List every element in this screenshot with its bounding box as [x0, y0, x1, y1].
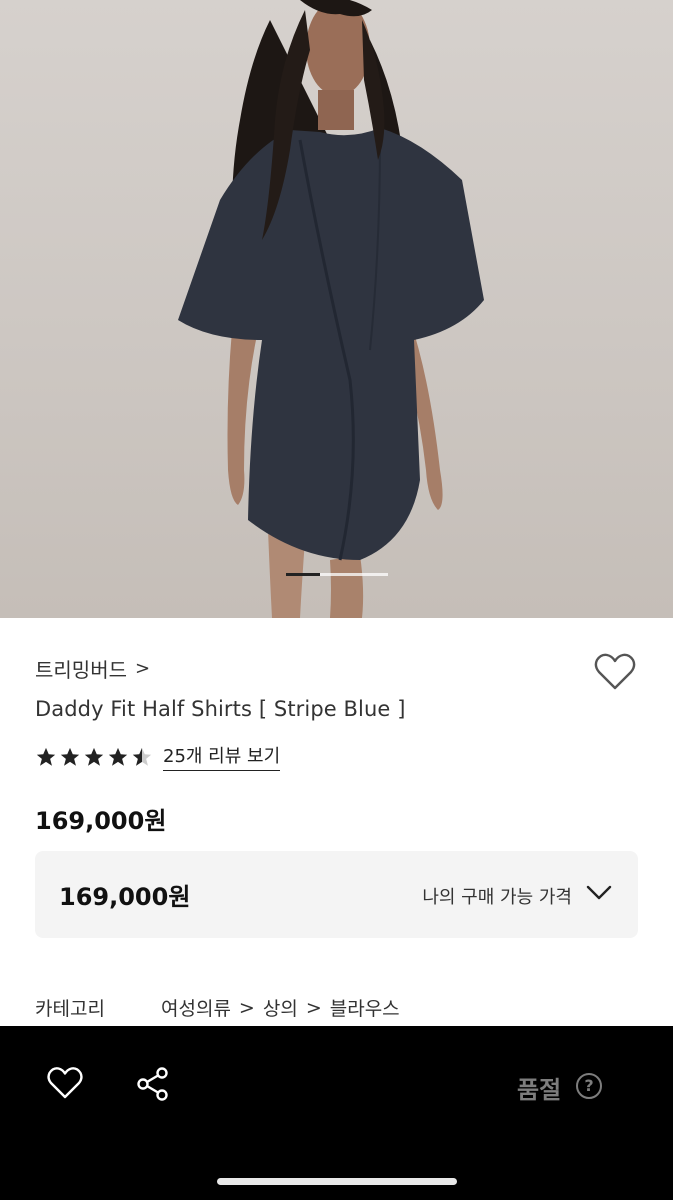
bottom-action-bar: 품절 ?: [0, 1026, 673, 1200]
my-price-box[interactable]: 169,000원 나의 구매 가능 가격: [35, 851, 638, 938]
soldout-status: 품절: [517, 1076, 562, 1104]
carousel-dot-rest: [320, 573, 388, 576]
help-icon[interactable]: ?: [576, 1073, 602, 1099]
carousel-indicator: [286, 573, 388, 577]
category-label: 카테고리: [35, 998, 105, 1020]
star-icon: [84, 747, 104, 766]
category-item[interactable]: 여성의류: [161, 994, 231, 1021]
rating-row: 25개 리뷰 보기: [35, 742, 281, 771]
my-price-label: 나의 구매 가능 가격: [422, 887, 572, 908]
star-icon: [108, 747, 128, 766]
chevron-right-icon: >: [135, 658, 151, 679]
brand-link[interactable]: 트리밍버드 >: [35, 654, 150, 683]
brand-name: 트리밍버드: [35, 658, 127, 682]
star-icon: [60, 747, 80, 766]
share-icon[interactable]: [135, 1066, 171, 1102]
star-rating: [35, 746, 153, 768]
heart-icon[interactable]: [47, 1066, 83, 1100]
review-link[interactable]: 25개 리뷰 보기: [163, 742, 281, 771]
category-item[interactable]: 블라우스: [330, 994, 400, 1021]
product-title: Daddy Fit Half Shirts [ Stripe Blue ]: [35, 697, 406, 721]
product-price: 169,000원: [35, 807, 167, 835]
star-icon: [36, 747, 56, 766]
my-price: 169,000원: [59, 883, 191, 911]
half-star-icon: [132, 747, 152, 766]
carousel-dot-active: [286, 573, 320, 576]
chevron-down-icon: [586, 885, 612, 900]
home-indicator[interactable]: [217, 1178, 457, 1185]
product-photo: [178, 0, 484, 618]
category-separator: >: [238, 996, 255, 1019]
category-separator: >: [305, 996, 322, 1019]
category-item[interactable]: 상의: [263, 994, 298, 1021]
heart-icon[interactable]: [594, 652, 636, 692]
product-image[interactable]: [0, 0, 673, 618]
category-row: 카테고리 여성의류 > 상의 > 블라우스: [35, 994, 400, 1021]
